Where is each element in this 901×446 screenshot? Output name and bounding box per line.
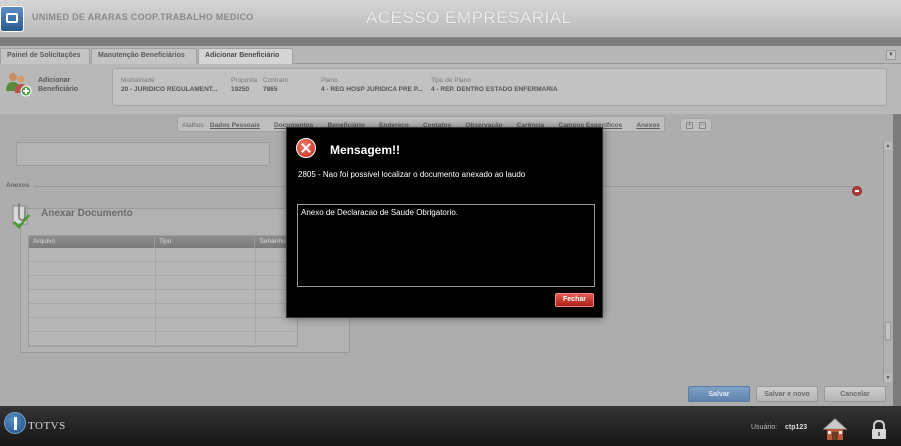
field-label: Proposta (231, 77, 258, 84)
dialog-title: Mensagem!! (330, 143, 401, 157)
paperclip-icon (12, 203, 30, 229)
shortcut-anexos[interactable]: Anexos (636, 122, 659, 129)
totvs-brand: TOTVS (28, 420, 66, 432)
user-label: Usuário: (751, 424, 778, 431)
home-icon[interactable] (822, 416, 848, 442)
field-value: 4 - REP. DENTRO ESTADO ENFERMARIA (431, 86, 558, 93)
collapse-section-icon[interactable] (852, 186, 862, 196)
error-icon (296, 138, 316, 158)
field-contrato: Contrato 7865 (263, 77, 288, 93)
anexar-documento-title: Anexar Documento (41, 208, 133, 219)
totvs-logo-icon (4, 412, 26, 434)
shortcut-controls: + − (680, 118, 712, 132)
field-label: Plano (321, 77, 338, 84)
shortcuts-label: Atalhos (182, 122, 204, 129)
table-row[interactable] (29, 262, 297, 276)
expand-icon[interactable]: + (686, 122, 693, 129)
company-name: UNIMED DE ARARAS COOP.TRABALHO MEDICO (32, 12, 254, 22)
field-value: 7865 (263, 86, 278, 93)
text-area-field[interactable] (16, 142, 270, 166)
lock-icon[interactable] (870, 420, 888, 440)
table-row[interactable] (29, 276, 297, 290)
scroll-thumb[interactable] (885, 322, 891, 340)
message-dialog: Mensagem!! 2805 - Nao foi possivel local… (286, 127, 603, 318)
field-modalidade: Modalidade 20 - JURIDICO REGULAMENT... (121, 77, 217, 93)
app-footer: TOTVS Usuário: ctp123 (0, 406, 901, 446)
shortcut-dados-pessoais[interactable]: Dados Pessoais (210, 122, 260, 129)
table-row[interactable] (29, 248, 297, 262)
column-header-tipo[interactable]: Tipo (155, 236, 255, 248)
column-header-arquivo[interactable]: Arquivo (29, 236, 155, 248)
tab-adicionar-beneficiario[interactable]: Adicionar Beneficiário (198, 48, 293, 64)
tab-dropdown-icon[interactable]: ▼ (886, 50, 896, 60)
app-header: UNIMED DE ARARAS COOP.TRABALHO MEDICO AC… (0, 0, 901, 38)
field-proposta: Proposta 19250 (231, 77, 257, 93)
field-tipo-plano: Tipo de Plano 4 - REP. DENTRO ESTADO ENF… (431, 77, 558, 93)
beneficiary-info-bar: Adicionar Beneficiário Modalidade 20 - J… (0, 64, 901, 114)
anexos-section-label: Anexos (6, 182, 30, 189)
vertical-scrollbar[interactable]: ▲ ▼ (883, 142, 892, 382)
app-title: ACESSO EMPRESARIAL (366, 8, 572, 27)
add-person-icon (6, 73, 32, 97)
save-button[interactable]: Salvar (688, 386, 750, 402)
user-value: ctp123 (785, 424, 808, 431)
table-row[interactable] (29, 318, 297, 332)
cancel-button[interactable]: Cancelar (824, 386, 886, 402)
field-value: 19250 (231, 86, 250, 93)
save-and-new-button[interactable]: Salvar e novo (756, 386, 818, 402)
field-plano: Plano 4 - REG HOSP JURIDICA PRE P... (321, 77, 423, 93)
tab-bar: Painel de Solicitações Manutenção Benefi… (0, 46, 901, 64)
scroll-down-icon[interactable]: ▼ (884, 374, 892, 382)
dialog-detail-text[interactable]: Anexo de Declaracao de Saude Obrigatorio… (297, 204, 595, 287)
scroll-up-icon[interactable]: ▲ (884, 142, 892, 150)
field-label: Tipo de Plano (431, 77, 471, 84)
documents-table: Arquivo Tipo Tamanho (28, 235, 298, 347)
field-label: Modalidade (121, 77, 155, 84)
contract-info-panel: Modalidade 20 - JURIDICO REGULAMENT... P… (112, 68, 887, 106)
dialog-message: 2805 - Nao foi possivel localizar o docu… (298, 170, 526, 179)
field-label: Contrato (263, 77, 288, 84)
table-row[interactable] (29, 304, 297, 318)
close-button[interactable]: Fechar (555, 293, 594, 307)
table-row[interactable] (29, 332, 297, 346)
field-value: 20 - JURIDICO REGULAMENT... (121, 86, 218, 93)
tab-manutencao-beneficiarios[interactable]: Manutenção Beneficiários (91, 48, 197, 64)
app-logo-icon[interactable] (0, 6, 24, 32)
tab-painel-solicitacoes[interactable]: Painel de Solicitações (0, 48, 90, 64)
field-value: 4 - REG HOSP JURIDICA PRE P... (321, 86, 423, 93)
page-title: Adicionar Beneficiário (38, 77, 79, 93)
table-row[interactable] (29, 290, 297, 304)
collapse-icon[interactable]: − (699, 122, 706, 129)
